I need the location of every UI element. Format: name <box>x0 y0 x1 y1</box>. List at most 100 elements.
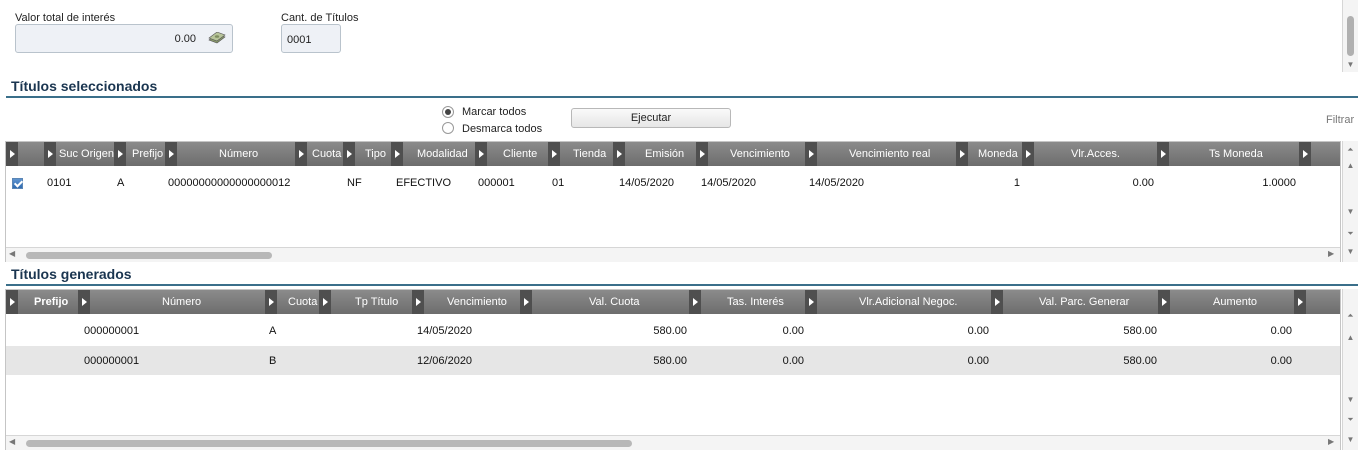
column-separator[interactable] <box>391 142 403 166</box>
scroll-down-icon[interactable]: ▼ <box>1343 393 1358 407</box>
generated-grid-header: Prefijo Número Cuota Tp Título Vencimien… <box>6 290 1340 314</box>
scroll-up-icon[interactable]: ▲ <box>1343 159 1358 173</box>
col-header[interactable]: Vlr.Adicional Negoc. <box>859 290 957 314</box>
column-separator[interactable] <box>1299 142 1311 166</box>
column-separator[interactable] <box>6 142 18 166</box>
scroll-right-icon[interactable]: ▶ <box>1328 437 1334 446</box>
column-separator[interactable] <box>805 290 817 314</box>
column-separator[interactable] <box>343 142 355 166</box>
execute-button[interactable]: Ejecutar <box>571 108 731 128</box>
hscroll-thumb[interactable] <box>26 252 272 259</box>
col-header[interactable]: Vencimiento real <box>849 142 930 166</box>
col-header[interactable]: Prefijo <box>34 290 68 314</box>
column-separator[interactable] <box>319 290 331 314</box>
row-cell: 14/05/2020 <box>701 177 757 189</box>
row-cell: 1 <box>1013 177 1020 189</box>
column-separator[interactable] <box>295 142 307 166</box>
col-header[interactable]: Tipo <box>365 142 386 166</box>
col-header[interactable]: Cuota <box>312 142 341 166</box>
filter-link[interactable]: Filtrar <box>1326 114 1354 126</box>
selected-titles-grid[interactable]: Suc Origen Prefijo Número Cuota Tipo Mod… <box>5 141 1341 262</box>
col-header[interactable]: Vlr.Acces. <box>1071 142 1120 166</box>
col-header[interactable]: Moneda <box>978 142 1018 166</box>
table-row[interactable]: 000000001 B 12/06/2020 580.00 0.00 0.00 … <box>6 346 1340 375</box>
scroll-left-icon[interactable]: ◀ <box>9 437 15 446</box>
col-header[interactable]: Vencimiento <box>447 290 507 314</box>
row-cell: 580.00 <box>653 325 687 337</box>
selected-grid-hscrollbar[interactable]: ◀ ▶ <box>6 247 1340 262</box>
page-scroll-thumb[interactable] <box>1347 16 1354 56</box>
col-header[interactable]: Ts Moneda <box>1209 142 1263 166</box>
scroll-bottom-icon[interactable]: ⏷ <box>1343 227 1358 241</box>
scroll-up-icon[interactable]: ▲ <box>1343 331 1358 345</box>
column-separator[interactable] <box>1022 142 1034 166</box>
title-count-field[interactable]: 0001 <box>281 24 341 53</box>
column-separator[interactable] <box>6 290 18 314</box>
column-separator[interactable] <box>78 290 90 314</box>
col-header[interactable]: Vencimiento <box>730 142 790 166</box>
generated-titles-grid[interactable]: Prefijo Número Cuota Tp Título Vencimien… <box>5 289 1341 450</box>
selected-grid-vscrollbar[interactable]: ⏶ ▲ ▼ ⏷ ▼ <box>1342 141 1358 262</box>
column-separator[interactable] <box>114 142 126 166</box>
col-header[interactable]: Tp Título <box>355 290 398 314</box>
col-header[interactable]: Suc Origen <box>59 142 114 166</box>
row-cell: 0.00 <box>967 355 989 367</box>
table-row[interactable]: 000000001 A 14/05/2020 580.00 0.00 0.00 … <box>6 317 1340 345</box>
column-separator[interactable] <box>689 290 701 314</box>
col-header[interactable]: Emisión <box>645 142 684 166</box>
selected-titles-heading: Títulos seleccionados <box>11 78 158 94</box>
column-separator[interactable] <box>991 290 1003 314</box>
column-separator[interactable] <box>613 142 625 166</box>
interest-total-field[interactable]: 0.00 <box>15 24 233 53</box>
unmark-all-radio[interactable] <box>442 122 454 134</box>
hscroll-thumb[interactable] <box>26 440 632 447</box>
column-separator[interactable] <box>44 142 56 166</box>
scroll-left-icon[interactable]: ◀ <box>9 249 15 258</box>
column-separator[interactable] <box>1294 290 1306 314</box>
row-cell: 1.0000 <box>1262 177 1296 189</box>
col-header[interactable]: Aumento <box>1213 290 1257 314</box>
col-header[interactable]: Número <box>219 142 258 166</box>
row-select-checkbox[interactable] <box>12 178 23 189</box>
column-separator[interactable] <box>805 142 817 166</box>
column-separator[interactable] <box>1157 142 1169 166</box>
scroll-down-icon[interactable]: ▼ <box>1343 58 1358 72</box>
column-separator[interactable] <box>520 290 532 314</box>
row-cell: 14/05/2020 <box>619 177 675 189</box>
page-scrollbar[interactable]: ▼ <box>1342 0 1358 72</box>
column-separator[interactable] <box>1158 290 1170 314</box>
scroll-bottom-icon[interactable]: ⏷ <box>1343 413 1358 427</box>
generated-grid-hscrollbar[interactable]: ◀ ▶ <box>6 435 1340 450</box>
col-header[interactable]: Val. Parc. Generar <box>1039 290 1129 314</box>
scroll-down-icon[interactable]: ▼ <box>1343 205 1358 219</box>
column-separator[interactable] <box>412 290 424 314</box>
col-header[interactable]: Número <box>162 290 201 314</box>
col-header[interactable]: Modalidad <box>417 142 468 166</box>
unmark-all-label: Desmarca todos <box>462 123 543 135</box>
money-stack-icon[interactable] <box>208 32 226 44</box>
column-separator[interactable] <box>475 142 487 166</box>
generated-grid-vscrollbar[interactable]: ⏶ ▲ ▼ ⏷ ▼ <box>1342 289 1358 450</box>
table-row[interactable]: 0101 A 00000000000000000012 NF EFECTIVO … <box>6 166 1340 194</box>
section-divider <box>6 96 1358 98</box>
col-header[interactable]: Cuota <box>288 290 317 314</box>
scroll-down-icon[interactable]: ▼ <box>1343 433 1358 447</box>
column-separator[interactable] <box>265 290 277 314</box>
col-header[interactable]: Val. Cuota <box>589 290 640 314</box>
col-header[interactable]: Prefijo <box>132 142 163 166</box>
scroll-right-icon[interactable]: ▶ <box>1328 249 1334 258</box>
column-separator[interactable] <box>956 142 968 166</box>
column-separator[interactable] <box>548 142 560 166</box>
scroll-top-icon[interactable]: ⏶ <box>1343 309 1358 323</box>
column-separator[interactable] <box>165 142 177 166</box>
col-header[interactable]: Tas. Interés <box>727 290 784 314</box>
scroll-top-icon[interactable]: ⏶ <box>1343 143 1358 157</box>
interest-total-value: 0.00 <box>174 33 196 45</box>
col-header[interactable]: Tienda <box>573 142 606 166</box>
mark-all-radio[interactable] <box>442 106 454 118</box>
col-header[interactable]: Cliente <box>503 142 537 166</box>
scroll-down-icon[interactable]: ▼ <box>1343 245 1358 259</box>
row-cell: NF <box>347 177 362 189</box>
mark-all-label: Marcar todos <box>462 106 527 118</box>
column-separator[interactable] <box>696 142 708 166</box>
